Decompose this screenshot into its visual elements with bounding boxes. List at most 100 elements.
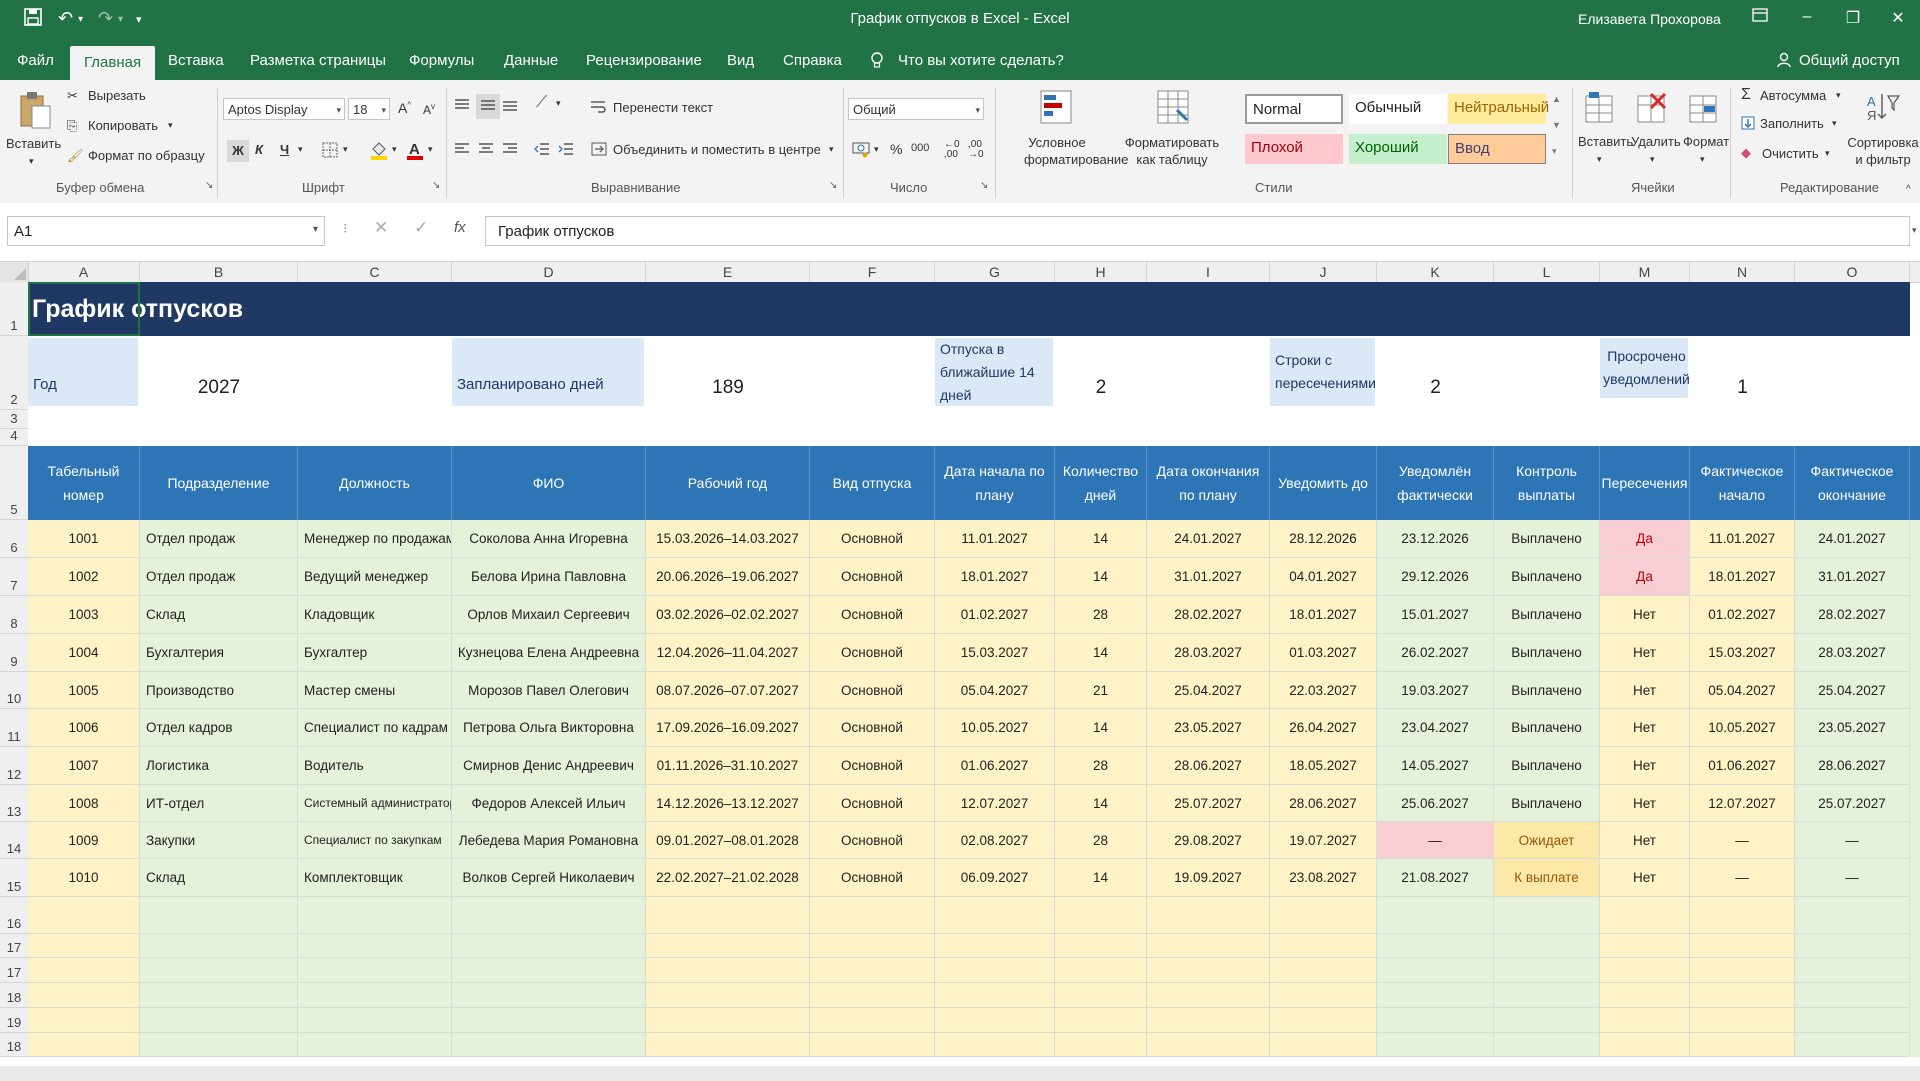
empty-cell[interactable] bbox=[1600, 1033, 1690, 1057]
empty-cell[interactable] bbox=[1494, 958, 1600, 983]
row-header[interactable]: 18 bbox=[0, 983, 28, 1008]
empty-cell[interactable] bbox=[140, 1033, 298, 1057]
cell-overlaps[interactable]: Нет bbox=[1600, 785, 1690, 822]
empty-cell[interactable] bbox=[646, 958, 810, 983]
empty-cell[interactable] bbox=[646, 1008, 810, 1033]
cell-position[interactable]: Водитель bbox=[298, 747, 452, 785]
format-painter-icon[interactable]: 🖌 bbox=[67, 148, 84, 164]
increase-indent-icon[interactable] bbox=[558, 142, 574, 159]
cell-payment-status[interactable]: Выплачено bbox=[1494, 596, 1600, 634]
cell-notify-by[interactable]: 28.06.2027 bbox=[1270, 785, 1377, 822]
cell-actual-start[interactable]: 05.04.2027 bbox=[1690, 672, 1795, 709]
empty-cell[interactable] bbox=[1795, 958, 1910, 983]
cell-leave-type[interactable]: Основной bbox=[810, 634, 935, 672]
row-header[interactable]: 12 bbox=[0, 747, 28, 785]
cell-overlaps[interactable]: Нет bbox=[1600, 596, 1690, 634]
bold-button[interactable]: Ж bbox=[227, 140, 249, 162]
cancel-icon[interactable]: ✕ bbox=[374, 218, 388, 238]
minimize-icon[interactable]: – bbox=[1792, 8, 1822, 26]
table-header-payment-status[interactable]: Контроль выплаты bbox=[1494, 446, 1600, 520]
row-header[interactable]: 2 bbox=[0, 336, 28, 410]
styles-scroll-down-icon[interactable]: ▼ bbox=[1552, 120, 1561, 130]
cell-notify-by[interactable]: 04.01.2027 bbox=[1270, 558, 1377, 596]
empty-cell[interactable] bbox=[452, 934, 646, 958]
empty-cell[interactable] bbox=[452, 958, 646, 983]
empty-cell[interactable] bbox=[1270, 958, 1377, 983]
style-input[interactable]: Ввод bbox=[1448, 134, 1546, 164]
insert-cells-button[interactable]: Вставить bbox=[1578, 134, 1633, 149]
cell-position[interactable]: Мастер смены bbox=[298, 672, 452, 709]
cell-planned-start[interactable]: 01.06.2027 bbox=[935, 747, 1055, 785]
empty-cell[interactable] bbox=[1494, 1008, 1600, 1033]
align-middle-icon[interactable] bbox=[476, 94, 500, 119]
cell-actual-end[interactable]: 28.06.2027 bbox=[1795, 747, 1910, 785]
cell-payment-status[interactable]: К выплате bbox=[1494, 859, 1600, 897]
row-header[interactable]: 13 bbox=[0, 785, 28, 822]
column-header-d[interactable]: D bbox=[452, 262, 646, 282]
cell-employee-id[interactable]: 1006 bbox=[28, 709, 140, 747]
empty-cell[interactable] bbox=[1055, 897, 1147, 934]
cell-payment-status[interactable]: Выплачено bbox=[1494, 520, 1600, 558]
cell-notified-actual[interactable]: 25.06.2027 bbox=[1377, 785, 1494, 822]
cell-payment-status[interactable]: Выплачено bbox=[1494, 785, 1600, 822]
empty-cell[interactable] bbox=[140, 958, 298, 983]
cell-full-name[interactable]: Петрова Ольга Викторовна bbox=[452, 709, 646, 747]
row-header[interactable]: 1 bbox=[0, 282, 28, 336]
cell-employee-id[interactable]: 1004 bbox=[28, 634, 140, 672]
borders-icon[interactable] bbox=[322, 142, 338, 161]
cell-planned-start[interactable]: 10.05.2027 bbox=[935, 709, 1055, 747]
underline-dropdown-icon[interactable]: ▾ bbox=[298, 144, 303, 155]
insert-cells-dropdown-icon[interactable]: ▾ bbox=[1597, 154, 1602, 165]
cell-department[interactable]: Производство bbox=[140, 672, 298, 709]
tab-page-layout[interactable]: Разметка страницы bbox=[250, 52, 386, 69]
empty-cell[interactable] bbox=[1147, 934, 1270, 958]
row-header[interactable]: 10 bbox=[0, 672, 28, 709]
underline-button[interactable]: Ч bbox=[280, 142, 289, 157]
empty-cell[interactable] bbox=[1690, 1008, 1795, 1033]
empty-cell[interactable] bbox=[646, 897, 810, 934]
cell-overlaps[interactable]: Нет bbox=[1600, 859, 1690, 897]
empty-cell[interactable] bbox=[935, 934, 1055, 958]
cell-actual-end[interactable]: 25.04.2027 bbox=[1795, 672, 1910, 709]
cell-work-year[interactable]: 01.11.2026–31.10.2027 bbox=[646, 747, 810, 785]
empty-cell[interactable] bbox=[28, 934, 140, 958]
cell-payment-status[interactable]: Выплачено bbox=[1494, 558, 1600, 596]
empty-cell[interactable] bbox=[1600, 934, 1690, 958]
cell-work-year[interactable]: 09.01.2027–08.01.2028 bbox=[646, 822, 810, 859]
cell-work-year[interactable]: 03.02.2026–02.02.2027 bbox=[646, 596, 810, 634]
table-header-work-year[interactable]: Рабочий год bbox=[646, 446, 810, 520]
cell-department[interactable]: Закупки bbox=[140, 822, 298, 859]
tab-view[interactable]: Вид bbox=[727, 52, 754, 69]
column-header-f[interactable]: F bbox=[810, 262, 935, 282]
empty-cell[interactable] bbox=[1795, 1008, 1910, 1033]
empty-cell[interactable] bbox=[140, 983, 298, 1008]
tab-insert[interactable]: Вставка bbox=[168, 52, 224, 69]
row-header[interactable]: 7 bbox=[0, 558, 28, 596]
cell-full-name[interactable]: Соколова Анна Игоревна bbox=[452, 520, 646, 558]
row-header[interactable]: 4 bbox=[0, 428, 28, 446]
cell-work-year[interactable]: 12.04.2026–11.04.2027 bbox=[646, 634, 810, 672]
empty-cell[interactable] bbox=[298, 1033, 452, 1057]
share-button[interactable]: Общий доступ bbox=[1799, 52, 1900, 69]
cut-icon[interactable]: ✂ bbox=[67, 88, 78, 104]
cell-planned-start[interactable]: 11.01.2027 bbox=[935, 520, 1055, 558]
empty-cell[interactable] bbox=[1270, 1008, 1377, 1033]
cell-leave-type[interactable]: Основной bbox=[810, 672, 935, 709]
empty-cell[interactable] bbox=[1377, 1033, 1494, 1057]
copy-dropdown-icon[interactable]: ▾ bbox=[168, 120, 173, 131]
empty-cell[interactable] bbox=[1600, 983, 1690, 1008]
cell-leave-type[interactable]: Основной bbox=[810, 859, 935, 897]
table-header-position[interactable]: Должность bbox=[298, 446, 452, 520]
table-header-days-count[interactable]: Количество дней bbox=[1055, 446, 1147, 520]
style-normal-en[interactable]: Normal bbox=[1245, 94, 1343, 124]
cell-department[interactable]: ИТ-отдел bbox=[140, 785, 298, 822]
increase-decimal-icon[interactable]: ←0,00 bbox=[944, 140, 960, 160]
tab-home[interactable]: Главная bbox=[70, 46, 156, 80]
row-header[interactable]: 19 bbox=[0, 1008, 28, 1033]
cell-work-year[interactable]: 15.03.2026–14.03.2027 bbox=[646, 520, 810, 558]
empty-cell[interactable] bbox=[1055, 983, 1147, 1008]
empty-cell[interactable] bbox=[1600, 1008, 1690, 1033]
cell-position[interactable]: Системный администратор bbox=[298, 785, 452, 822]
row-header[interactable]: 5 bbox=[0, 446, 28, 520]
empty-cell[interactable] bbox=[1270, 934, 1377, 958]
